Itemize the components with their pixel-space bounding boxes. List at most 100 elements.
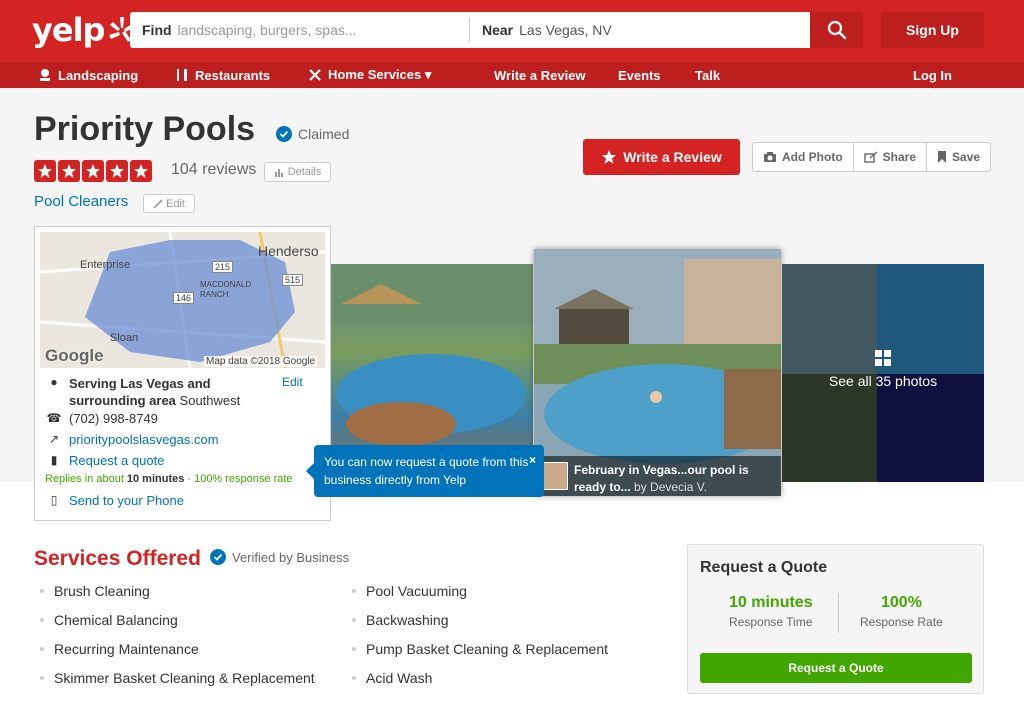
service-item: Acid Wash [352, 670, 432, 686]
save-label: Save [952, 150, 981, 164]
nav-events[interactable]: Events [618, 62, 661, 88]
login-link[interactable]: Log In [913, 62, 952, 88]
service-label: Pump Basket Cleaning & Replacement [366, 641, 609, 657]
bookmark-icon [938, 151, 947, 163]
nav-label: Landscaping [58, 67, 139, 83]
pencil-icon [153, 198, 163, 209]
photo-pool-featured[interactable]: February in Vegas...our pool is ready to… [534, 249, 781, 496]
service-area-text: Serving Las Vegas and surrounding area S… [69, 375, 274, 409]
search-box: Find landscaping, burgers, spas... Near … [130, 12, 810, 48]
nav-restaurants[interactable]: Restaurants [175, 62, 270, 88]
response-rate-value: 100% [881, 594, 922, 611]
nav-home-services[interactable]: Home Services ▾ [308, 62, 431, 88]
share-label: Share [882, 150, 917, 164]
tooltip-text: You can now request a quote from this bu… [324, 455, 529, 487]
tooltip-arrow [306, 463, 314, 479]
nav-label: Talk [695, 67, 721, 83]
edit-category-button[interactable]: Edit [143, 194, 195, 213]
response-info: Replies in about 10 minutes · 100% respo… [45, 473, 293, 485]
nav-write-review[interactable]: Write a Review [494, 62, 586, 88]
service-area-row: ● Serving Las Vegas and surrounding area… [47, 375, 317, 409]
service-item: Backwashing [352, 612, 449, 628]
website-link[interactable]: prioritypoolslasvegas.com [69, 432, 219, 447]
top-bar: yelp Find landscaping, burgers, spas... … [0, 0, 1024, 62]
logo-text: yelp [32, 11, 105, 49]
find-field[interactable]: Find landscaping, burgers, spas... [130, 18, 470, 42]
find-label: Find [142, 22, 172, 38]
response-time-label: Response Time [729, 615, 813, 629]
edit-label: Edit [166, 197, 185, 210]
see-all-photos[interactable]: See all 35 photos [782, 264, 984, 482]
google-logo: Google [45, 346, 104, 365]
phone-number: (702) 998-8749 [69, 411, 158, 426]
route-215-shield: 215 [212, 261, 234, 273]
star-icon [106, 160, 128, 182]
replies-time: 10 minutes [126, 473, 185, 485]
star-icon [602, 150, 617, 164]
star-icon [34, 160, 56, 182]
nav-label: Restaurants [195, 67, 271, 83]
service-area-map[interactable]: Enterprise Henderso MACDONALD RANCH Sloa… [40, 232, 325, 368]
share-icon [863, 151, 878, 163]
see-all-overlay: See all 35 photos [782, 350, 984, 389]
service-item: Chemical Balancing [40, 612, 178, 628]
check-icon [276, 126, 292, 142]
star-icon [82, 160, 104, 182]
quote-card-title: Request a Quote [700, 559, 828, 576]
service-label: Recurring Maintenance [54, 641, 199, 657]
search-icon [827, 20, 846, 40]
external-link-icon: ↗ [48, 432, 60, 446]
save-button[interactable]: Save [927, 143, 990, 171]
replies-pre: Replies in about [45, 473, 124, 485]
send-to-phone-link[interactable]: Send to your Phone [69, 493, 184, 508]
send-phone-row: ▯ Send to your Phone [47, 493, 184, 508]
see-all-label: See all 35 photos [828, 373, 938, 389]
response-time-value: 10 minutes [729, 594, 813, 611]
photo-caption: February in Vegas...our pool is ready to… [534, 456, 781, 496]
user-avatar [542, 462, 568, 490]
category-link[interactable]: Pool Cleaners [34, 193, 128, 210]
nav-talk[interactable]: Talk [695, 62, 720, 88]
service-item: Pool Vacuuming [352, 583, 467, 599]
fork-knife-icon [177, 69, 187, 81]
details-button[interactable]: Details [264, 162, 331, 182]
service-label: Backwashing [366, 612, 449, 628]
star-rating [34, 160, 152, 182]
edit-area-link[interactable]: Edit [282, 375, 303, 409]
service-label: Acid Wash [366, 670, 433, 686]
star-icon [58, 160, 80, 182]
service-item: Skimmer Basket Cleaning & Replacement [40, 670, 315, 686]
request-quote-row: ▮ Request a quote [47, 453, 165, 468]
service-label: Chemical Balancing [54, 612, 178, 628]
claimed-label: Claimed [298, 126, 350, 142]
service-label: Pool Vacuuming [366, 583, 467, 599]
tools-icon [309, 69, 321, 81]
services-title: Services Offered [34, 547, 201, 570]
bar-chart-icon [274, 169, 283, 177]
business-name: Priority Pools [34, 110, 256, 148]
yelp-logo[interactable]: yelp [32, 9, 136, 51]
close-icon[interactable]: × [529, 451, 536, 469]
add-photo-label: Add Photo [782, 150, 843, 164]
review-count[interactable]: 104 reviews [171, 161, 256, 179]
route-146-shield: 146 [173, 292, 195, 304]
service-area-rest: Southwest [179, 393, 241, 408]
map-label-sloan: Sloan [110, 332, 139, 344]
map-label-enterprise: Enterprise [80, 259, 131, 271]
request-quote-link[interactable]: Request a quote [69, 453, 164, 468]
map-label-macdonald: MACDONALD RANCH [200, 280, 252, 299]
near-field[interactable]: Near Las Vegas, NV [470, 22, 810, 38]
write-review-button[interactable]: Write a Review [583, 139, 740, 175]
request-quote-button[interactable]: Request a Quote [700, 653, 972, 683]
signup-button[interactable]: Sign Up [881, 12, 984, 48]
service-item: Pump Basket Cleaning & Replacement [352, 641, 608, 657]
request-quote-card: Request a Quote 10 minutes Response Time… [687, 544, 984, 694]
nav-landscaping[interactable]: Landscaping [38, 62, 138, 88]
add-photo-button[interactable]: Add Photo [753, 143, 854, 171]
verified-badge: Verified by Business [210, 549, 349, 565]
service-label: Skimmer Basket Cleaning & Replacement [54, 670, 315, 686]
service-label: Brush Cleaning [54, 583, 150, 599]
share-button[interactable]: Share [854, 143, 928, 171]
mobile-phone-icon: ▯ [50, 493, 58, 507]
search-button[interactable] [810, 12, 863, 48]
